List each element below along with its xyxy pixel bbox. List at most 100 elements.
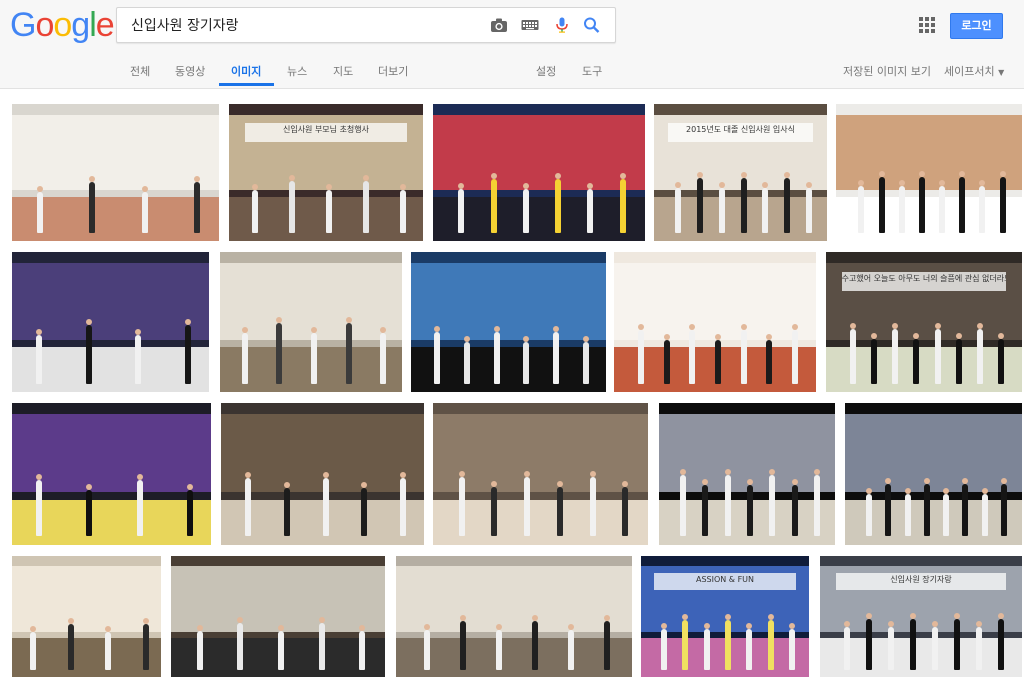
saved-images-link[interactable]: 저장된 이미지 보기: [843, 63, 931, 79]
performer-figure: [135, 334, 142, 384]
image-result-thumbnail[interactable]: [433, 104, 645, 241]
apps-grid-icon[interactable]: [919, 17, 935, 33]
image-result-thumbnail[interactable]: [171, 556, 385, 677]
performer-figure: [490, 179, 497, 233]
image-result-thumbnail[interactable]: [433, 403, 648, 545]
performer-figure: [888, 627, 895, 670]
image-result-thumbnail[interactable]: [220, 252, 402, 392]
camera-icon[interactable]: [490, 17, 508, 33]
performer-head: [622, 480, 629, 487]
tab-maps[interactable]: 지도: [333, 63, 353, 79]
performer-figure: [791, 485, 798, 537]
image-result-thumbnail[interactable]: [221, 403, 424, 545]
performer-figure: [788, 628, 795, 670]
performer-figure: [35, 479, 42, 537]
tab-news[interactable]: 뉴스: [287, 63, 307, 79]
performer-figure: [702, 485, 709, 537]
tab-videos[interactable]: 동영상: [175, 63, 205, 79]
performer-figure: [622, 486, 629, 537]
performer-figure: [29, 632, 36, 670]
performer-head: [878, 170, 885, 177]
keyboard-icon[interactable]: [521, 17, 539, 33]
performer-figure: [434, 331, 441, 384]
image-result-thumbnail[interactable]: [836, 104, 1022, 241]
stage-backdrop: [12, 414, 211, 493]
performer-head: [955, 332, 962, 339]
performer-figure: [555, 179, 562, 233]
tab-images[interactable]: 이미지: [231, 63, 261, 79]
performer-head: [619, 173, 626, 180]
performer-figure: [89, 182, 96, 233]
performer-head: [86, 483, 93, 490]
image-result-thumbnail[interactable]: [12, 556, 161, 677]
image-result-thumbnail[interactable]: 신입사원 부모님 초청행사: [229, 104, 423, 241]
image-result-thumbnail[interactable]: [845, 403, 1022, 545]
performer-figure: [496, 629, 503, 670]
image-result-thumbnail[interactable]: ASSION & FUN: [641, 556, 809, 677]
performer-figure: [638, 330, 645, 384]
performer-figure: [143, 623, 150, 670]
performer-figure: [878, 176, 885, 233]
performer-figure: [898, 186, 905, 233]
performer-figure: [105, 632, 112, 670]
image-result-thumbnail[interactable]: [12, 104, 219, 241]
performer-figure: [999, 176, 1006, 233]
performer-figure: [959, 176, 966, 233]
performer-figure: [1000, 483, 1007, 537]
image-result-thumbnail[interactable]: 2015년도 대졸 신입사원 입사식: [654, 104, 827, 241]
performer-figure: [464, 341, 471, 384]
image-result-thumbnail[interactable]: [659, 403, 835, 545]
performer-head: [866, 487, 873, 494]
stage-backdrop: [12, 263, 209, 341]
search-icon[interactable]: [583, 17, 601, 33]
performer-figure: [361, 488, 368, 537]
image-result-thumbnail[interactable]: 신입사원 장기자랑: [820, 556, 1022, 677]
performer-figure: [943, 493, 950, 537]
performer-figure: [934, 329, 941, 384]
performer-head: [923, 477, 930, 484]
header-bar: Google 신입사원 장기자랑 로그인 전체 동영상 이미지 뉴스 지도 더보…: [0, 0, 1024, 89]
performer-figure: [283, 488, 290, 537]
performer-figure: [141, 191, 148, 233]
active-tab-indicator: [219, 83, 274, 86]
microphone-icon[interactable]: [553, 17, 571, 33]
safesearch-dropdown[interactable]: 세이프서치 ▼: [944, 63, 1004, 79]
logo-letter: g: [71, 6, 90, 44]
tab-all[interactable]: 전체: [130, 63, 150, 79]
tools-link[interactable]: 도구: [582, 63, 602, 79]
event-banner-text: 신입사원 부모님 초청행사: [244, 123, 408, 143]
performer-head: [493, 325, 500, 332]
performer-head: [143, 617, 150, 624]
performer-figure: [740, 177, 747, 233]
tab-more[interactable]: 더보기: [378, 63, 408, 79]
google-logo[interactable]: Google: [10, 6, 115, 45]
image-result-thumbnail[interactable]: [12, 403, 211, 545]
performer-figure: [278, 631, 284, 670]
performer-figure: [696, 177, 703, 233]
performer-figure: [524, 476, 531, 537]
settings-link[interactable]: 설정: [536, 63, 556, 79]
performer-figure: [981, 493, 988, 537]
image-result-thumbnail[interactable]: [12, 252, 209, 392]
performer-head: [661, 622, 668, 629]
performer-figure: [194, 182, 201, 233]
performer-figure: [913, 338, 920, 384]
performer-figure: [399, 478, 406, 537]
performer-figure: [85, 324, 92, 384]
performer-figure: [399, 190, 406, 233]
search-input[interactable]: [129, 14, 483, 36]
performer-figure: [458, 476, 465, 537]
image-result-thumbnail[interactable]: 수고했어 오늘도 아무도 너의 슬픔에 관심 없더라도: [826, 252, 1022, 392]
stage-backdrop: [614, 263, 816, 341]
performer-figure: [885, 483, 892, 537]
event-banner-text: 신입사원 장기자랑: [836, 572, 1006, 590]
performer-figure: [187, 489, 194, 537]
image-result-thumbnail[interactable]: [396, 556, 632, 677]
image-result-thumbnail[interactable]: [411, 252, 606, 392]
performer-head: [458, 470, 465, 477]
stage-backdrop: [845, 414, 1022, 493]
login-button[interactable]: 로그인: [950, 13, 1003, 39]
image-result-thumbnail[interactable]: [614, 252, 816, 392]
performer-figure: [791, 330, 798, 384]
search-box[interactable]: [116, 7, 616, 43]
